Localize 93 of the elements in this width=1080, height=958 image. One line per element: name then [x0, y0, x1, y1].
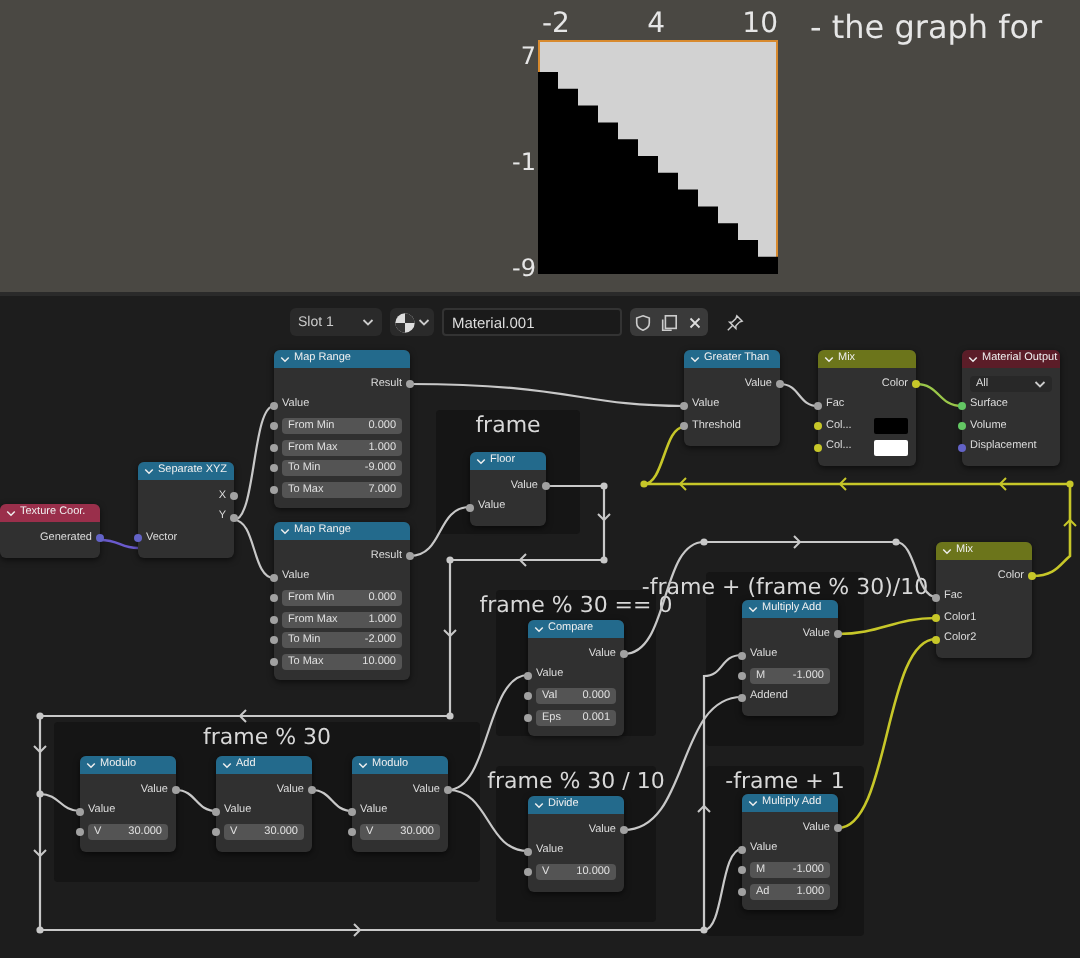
socket-dot[interactable] [776, 380, 784, 389]
socket-dot[interactable] [814, 443, 822, 452]
socket-dot[interactable] [270, 464, 278, 473]
frame-label: frame % 30 [202, 726, 332, 750]
socket-dot[interactable] [524, 847, 532, 856]
copy-icon [660, 313, 678, 331]
socket-dot[interactable] [738, 887, 746, 896]
socket-dot[interactable] [680, 422, 688, 431]
shield-icon [634, 313, 652, 331]
socket-dot[interactable] [524, 713, 532, 722]
socket-dot[interactable] [620, 650, 628, 659]
socket-dot[interactable] [270, 657, 278, 666]
socket-dot[interactable] [680, 401, 688, 410]
socket-dot[interactable] [524, 868, 532, 877]
collapse-icon[interactable] [534, 801, 544, 809]
collapse-icon[interactable] [222, 761, 232, 769]
socket-dot[interactable] [524, 692, 532, 701]
collapse-icon[interactable] [690, 355, 700, 363]
axis-tick-label: -9 [512, 254, 536, 282]
pin-icon [726, 313, 744, 331]
socket-dot[interactable] [270, 573, 278, 582]
collapse-icon[interactable] [280, 355, 290, 363]
socket-dot[interactable] [932, 593, 940, 602]
socket-dot[interactable] [308, 786, 316, 795]
socket-dot[interactable] [270, 485, 278, 494]
frame-label: frame % 30 / 10 [487, 770, 665, 794]
socket-dot[interactable] [270, 443, 278, 452]
frame-label: -frame + 1 [725, 770, 845, 794]
collapse-icon[interactable] [476, 457, 486, 465]
socket-dot[interactable] [958, 422, 966, 431]
collapse-icon[interactable] [748, 605, 758, 613]
socket-dot[interactable] [738, 866, 746, 875]
socket-dot[interactable] [76, 828, 84, 837]
socket-dot[interactable] [270, 615, 278, 624]
socket-dot[interactable] [958, 401, 966, 410]
socket-dot[interactable] [406, 380, 414, 389]
socket-dot[interactable] [834, 630, 842, 639]
color-swatch[interactable] [874, 439, 908, 456]
socket-dot[interactable] [620, 826, 628, 835]
axis-tick-label: 10 [742, 8, 778, 40]
socket-dot[interactable] [270, 636, 278, 645]
caret-icon [418, 317, 430, 327]
socket-dot[interactable] [76, 807, 84, 816]
socket-dot[interactable] [542, 482, 550, 491]
socket-dot[interactable] [444, 786, 452, 795]
socket-dot[interactable] [932, 614, 940, 623]
socket-dot[interactable] [270, 422, 278, 431]
socket-dot[interactable] [270, 401, 278, 410]
collapse-icon[interactable] [358, 761, 368, 769]
color-swatch[interactable] [874, 418, 908, 435]
pin-button[interactable] [722, 308, 748, 336]
caret-icon [362, 317, 374, 327]
sphere-icon [394, 311, 416, 333]
socket-dot[interactable] [270, 594, 278, 603]
socket-dot[interactable] [738, 672, 746, 681]
socket-dot[interactable] [172, 786, 180, 795]
socket-dot[interactable] [96, 534, 104, 543]
socket-dot[interactable] [212, 828, 220, 837]
socket-dot[interactable] [348, 828, 356, 837]
axis-tick-label: -2 [542, 8, 570, 40]
socket-dot[interactable] [230, 513, 238, 522]
collapse-icon[interactable] [280, 527, 290, 535]
collapse-icon[interactable] [144, 467, 154, 475]
graph-caption: - the graph for [810, 8, 1043, 46]
socket-dot[interactable] [912, 380, 920, 389]
socket-dot[interactable] [814, 401, 822, 410]
axis-tick-label: -1 [512, 148, 536, 176]
socket-dot[interactable] [932, 635, 940, 644]
collapse-icon[interactable] [534, 625, 544, 633]
socket-dot[interactable] [834, 824, 842, 833]
collapse-icon[interactable] [968, 355, 978, 363]
socket-dot[interactable] [814, 422, 822, 431]
socket-dot[interactable] [406, 552, 414, 561]
socket-dot[interactable] [212, 807, 220, 816]
collapse-icon[interactable] [6, 509, 16, 517]
socket-dot[interactable] [738, 845, 746, 854]
socket-dot[interactable] [524, 671, 532, 680]
socket-dot[interactable] [466, 503, 474, 512]
socket-dot[interactable] [230, 492, 238, 501]
socket-dot[interactable] [134, 534, 142, 543]
socket-dot[interactable] [738, 651, 746, 660]
material-browse-button[interactable] [390, 308, 434, 336]
socket-dot[interactable] [1028, 572, 1036, 581]
socket-dot[interactable] [738, 693, 746, 702]
socket-dot[interactable] [958, 443, 966, 452]
socket-dot[interactable] [348, 807, 356, 816]
collapse-icon[interactable] [86, 761, 96, 769]
collapse-icon[interactable] [748, 799, 758, 807]
frame-label: frame [475, 414, 541, 438]
axis-tick-label: 4 [647, 8, 666, 40]
close-icon [686, 313, 704, 331]
axis-tick-label: 7 [520, 42, 536, 70]
caret-icon [1034, 379, 1046, 390]
